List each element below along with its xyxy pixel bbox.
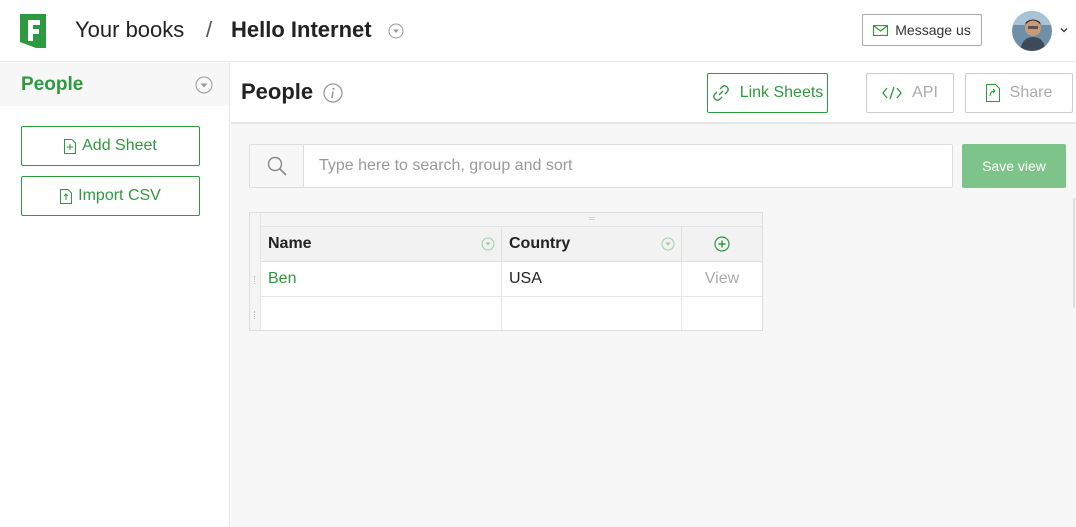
avatar-image [1012,11,1052,51]
sidebar-title: People [21,74,84,95]
api-label: API [912,84,938,101]
chevron-down-icon[interactable] [481,237,495,251]
add-sheet-icon [64,138,77,154]
main-content: People Link Sheets API Share Type here t… [231,63,1076,527]
table-cell-country[interactable]: USA [502,262,682,297]
code-icon [882,86,902,100]
column-header-label: Country [509,235,571,252]
column-header-name[interactable]: Name [261,227,502,262]
top-bar: Your books / Hello Internet Message us [0,0,1076,62]
view-row-button[interactable]: View [682,262,762,297]
data-table: ═ Name Country Ben USA View [249,212,763,332]
breadcrumb-books[interactable]: Your books [75,17,184,43]
main-header: People Link Sheets API Share [231,63,1076,124]
table-cell-empty[interactable] [261,297,502,332]
search-icon-box[interactable] [250,145,304,187]
chevron-down-icon[interactable] [661,237,675,251]
row-drag-handle[interactable] [254,311,257,319]
table-cell-empty[interactable] [682,297,762,332]
avatar[interactable] [1012,11,1052,51]
logo-icon[interactable] [20,14,46,48]
add-sheet-label: Add Sheet [82,137,157,154]
drag-handle-icon[interactable]: ═ [589,214,595,223]
breadcrumb-separator: / [206,17,213,42]
import-csv-button[interactable]: Import CSV [21,176,200,216]
link-sheets-label: Link Sheets [739,84,824,101]
chevron-down-icon[interactable] [195,76,213,94]
envelope-icon [873,24,889,36]
share-label: Share [1009,84,1053,101]
table-cell-name[interactable]: Ben [261,262,502,297]
chevron-down-icon[interactable] [1058,24,1070,36]
breadcrumb-document[interactable]: Hello Internet [231,17,372,43]
message-us-label: Message us [895,22,971,38]
add-column-button[interactable] [682,227,762,262]
save-view-button[interactable]: Save view [962,144,1066,188]
chevron-down-icon[interactable] [388,23,404,39]
search-input[interactable] [305,145,951,187]
search-bar [249,144,953,188]
api-button[interactable]: API [866,73,954,113]
message-us-button[interactable]: Message us [862,14,982,46]
sidebar-header[interactable]: People [0,63,229,106]
column-drag-bar[interactable]: ═ [250,213,762,227]
share-button[interactable]: Share [965,73,1073,113]
column-header-label: Name [268,235,312,252]
scrollbar[interactable] [1073,198,1075,308]
import-csv-label: Import CSV [78,187,161,204]
column-header-country[interactable]: Country [502,227,682,262]
info-icon[interactable] [323,83,343,103]
share-icon [985,84,1000,102]
add-sheet-button[interactable]: Add Sheet [21,126,200,166]
sidebar: People Add Sheet Import CSV [0,63,230,527]
import-icon [60,188,73,204]
page-title: People [241,79,314,104]
row-drag-handle[interactable] [254,276,257,284]
link-icon [712,85,729,101]
add-column-icon [714,236,730,252]
link-sheets-button[interactable]: Link Sheets [707,73,828,113]
search-icon [267,156,287,176]
table-cell-empty[interactable] [502,297,682,332]
